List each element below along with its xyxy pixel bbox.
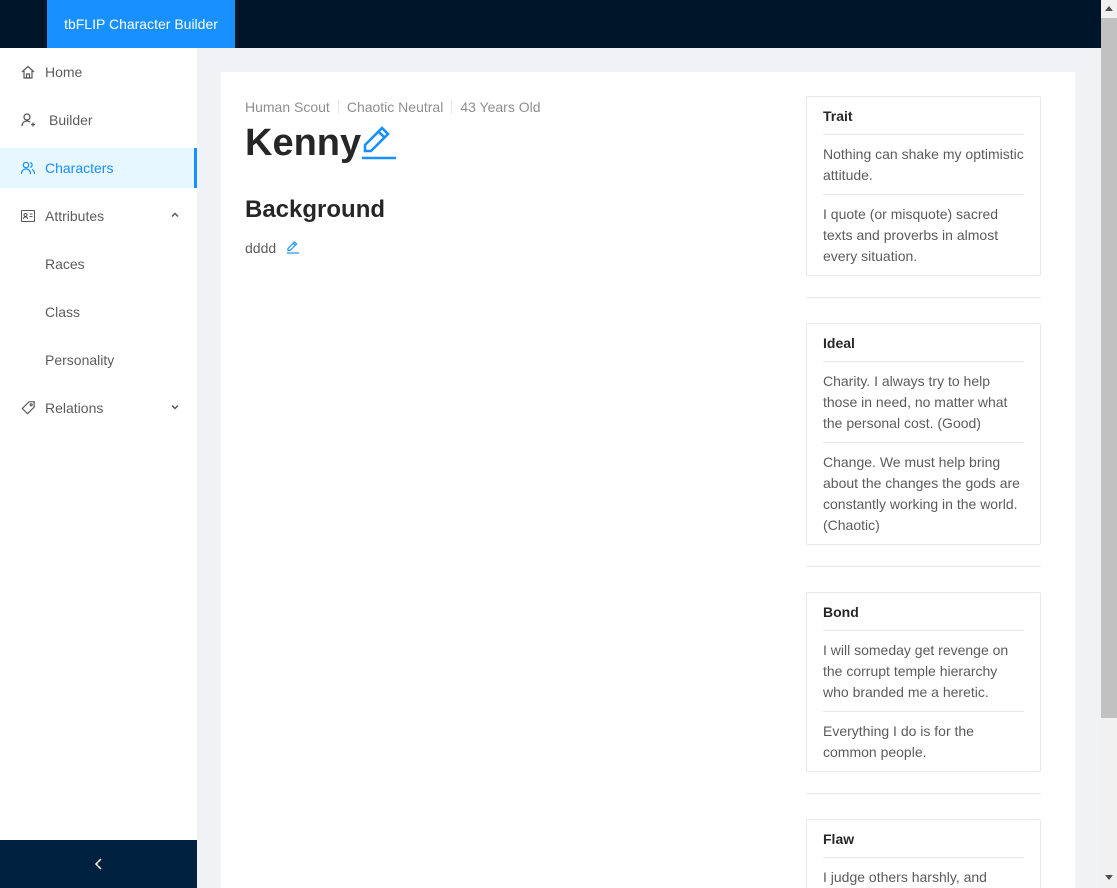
card-title: Trait [823,108,853,124]
sidebar-item-label: Class [45,304,81,320]
character-meta: Human Scout Chaotic Neutral 43 Years Old [245,99,541,115]
sidebar-item-class[interactable]: Class [0,292,197,332]
sidebar-submenu-relations[interactable]: Relations [0,388,197,428]
card-title: Bond [823,604,859,620]
sidebar-item-label: Relations [45,400,104,416]
background-heading: Background [245,196,386,223]
sidebar-item-personality[interactable]: Personality [0,340,197,380]
sidebar-item-home[interactable]: Home [0,52,197,92]
tag-icon [21,401,35,415]
chevron-left-icon [94,858,102,870]
race-class-text: Human Scout [245,99,330,115]
list-item: Everything I do is for the common people… [823,723,974,760]
trait-card: Trait Nothing can shake my optimistic at… [806,96,1041,276]
edit-name-icon[interactable] [360,122,398,160]
section-divider [806,297,1041,298]
sidebar-collapse-button[interactable] [0,840,197,888]
character-name: Kenny [245,122,362,164]
chevron-down-icon [171,404,179,410]
sidebar-item-builder[interactable]: Builder [0,100,197,140]
sidebar-item-label: Characters [45,160,114,176]
sidebar-item-races[interactable]: Races [0,244,197,284]
list-item: I quote (or misquote) sacred texts and p… [823,206,999,264]
edit-background-icon[interactable] [286,240,300,254]
top-header: tbFLIP Character Builder [0,0,1101,48]
age-text: 43 Years Old [460,99,541,115]
home-icon [21,65,35,79]
sidebar-item-label: Races [45,256,85,272]
list-item: I judge others harshly, and [823,869,987,885]
list-item: Charity. I always try to help those in n… [823,362,1024,443]
flaw-card: Flaw I judge others harshly, and [806,819,1041,888]
sidebar: Home Builder Characters Attributes Races… [0,48,197,888]
character-detail-panel: Human Scout Chaotic Neutral 43 Years Old… [221,72,1075,888]
card-title: Ideal [823,335,855,351]
app-logo-title[interactable]: tbFLIP Character Builder [47,0,235,48]
chevron-up-icon [171,212,179,218]
sidebar-submenu-attributes[interactable]: Attributes [0,196,197,236]
section-divider [806,793,1041,794]
list-item: Nothing can shake my optimistic attitude… [823,135,1024,195]
background-text: dddd [245,240,277,256]
scroll-up-arrow-icon[interactable] [1105,6,1113,11]
scroll-down-arrow-icon[interactable] [1105,875,1113,880]
card-title: Flaw [823,831,855,847]
list-item: Change. We must help bring about the cha… [823,454,1020,533]
meta-divider [337,100,339,114]
alignment-text: Chaotic Neutral [346,99,444,115]
idcard-icon [20,209,36,223]
scrollbar-thumb[interactable] [1101,18,1117,718]
sidebar-item-characters[interactable]: Characters [0,148,197,188]
ideal-card: Ideal Charity. I always try to help thos… [806,323,1041,545]
section-divider [806,566,1041,567]
list-item: I will someday get revenge on the corrup… [823,631,1024,712]
user-add-icon [21,113,35,127]
sidebar-item-label: Attributes [45,208,105,224]
sidebar-item-label: Home [45,64,83,80]
sidebar-item-label: Personality [45,352,115,368]
bond-card: Bond I will someday get revenge on the c… [806,592,1041,772]
team-icon [20,161,36,175]
meta-divider [451,100,453,114]
sidebar-item-label: Builder [49,112,93,128]
